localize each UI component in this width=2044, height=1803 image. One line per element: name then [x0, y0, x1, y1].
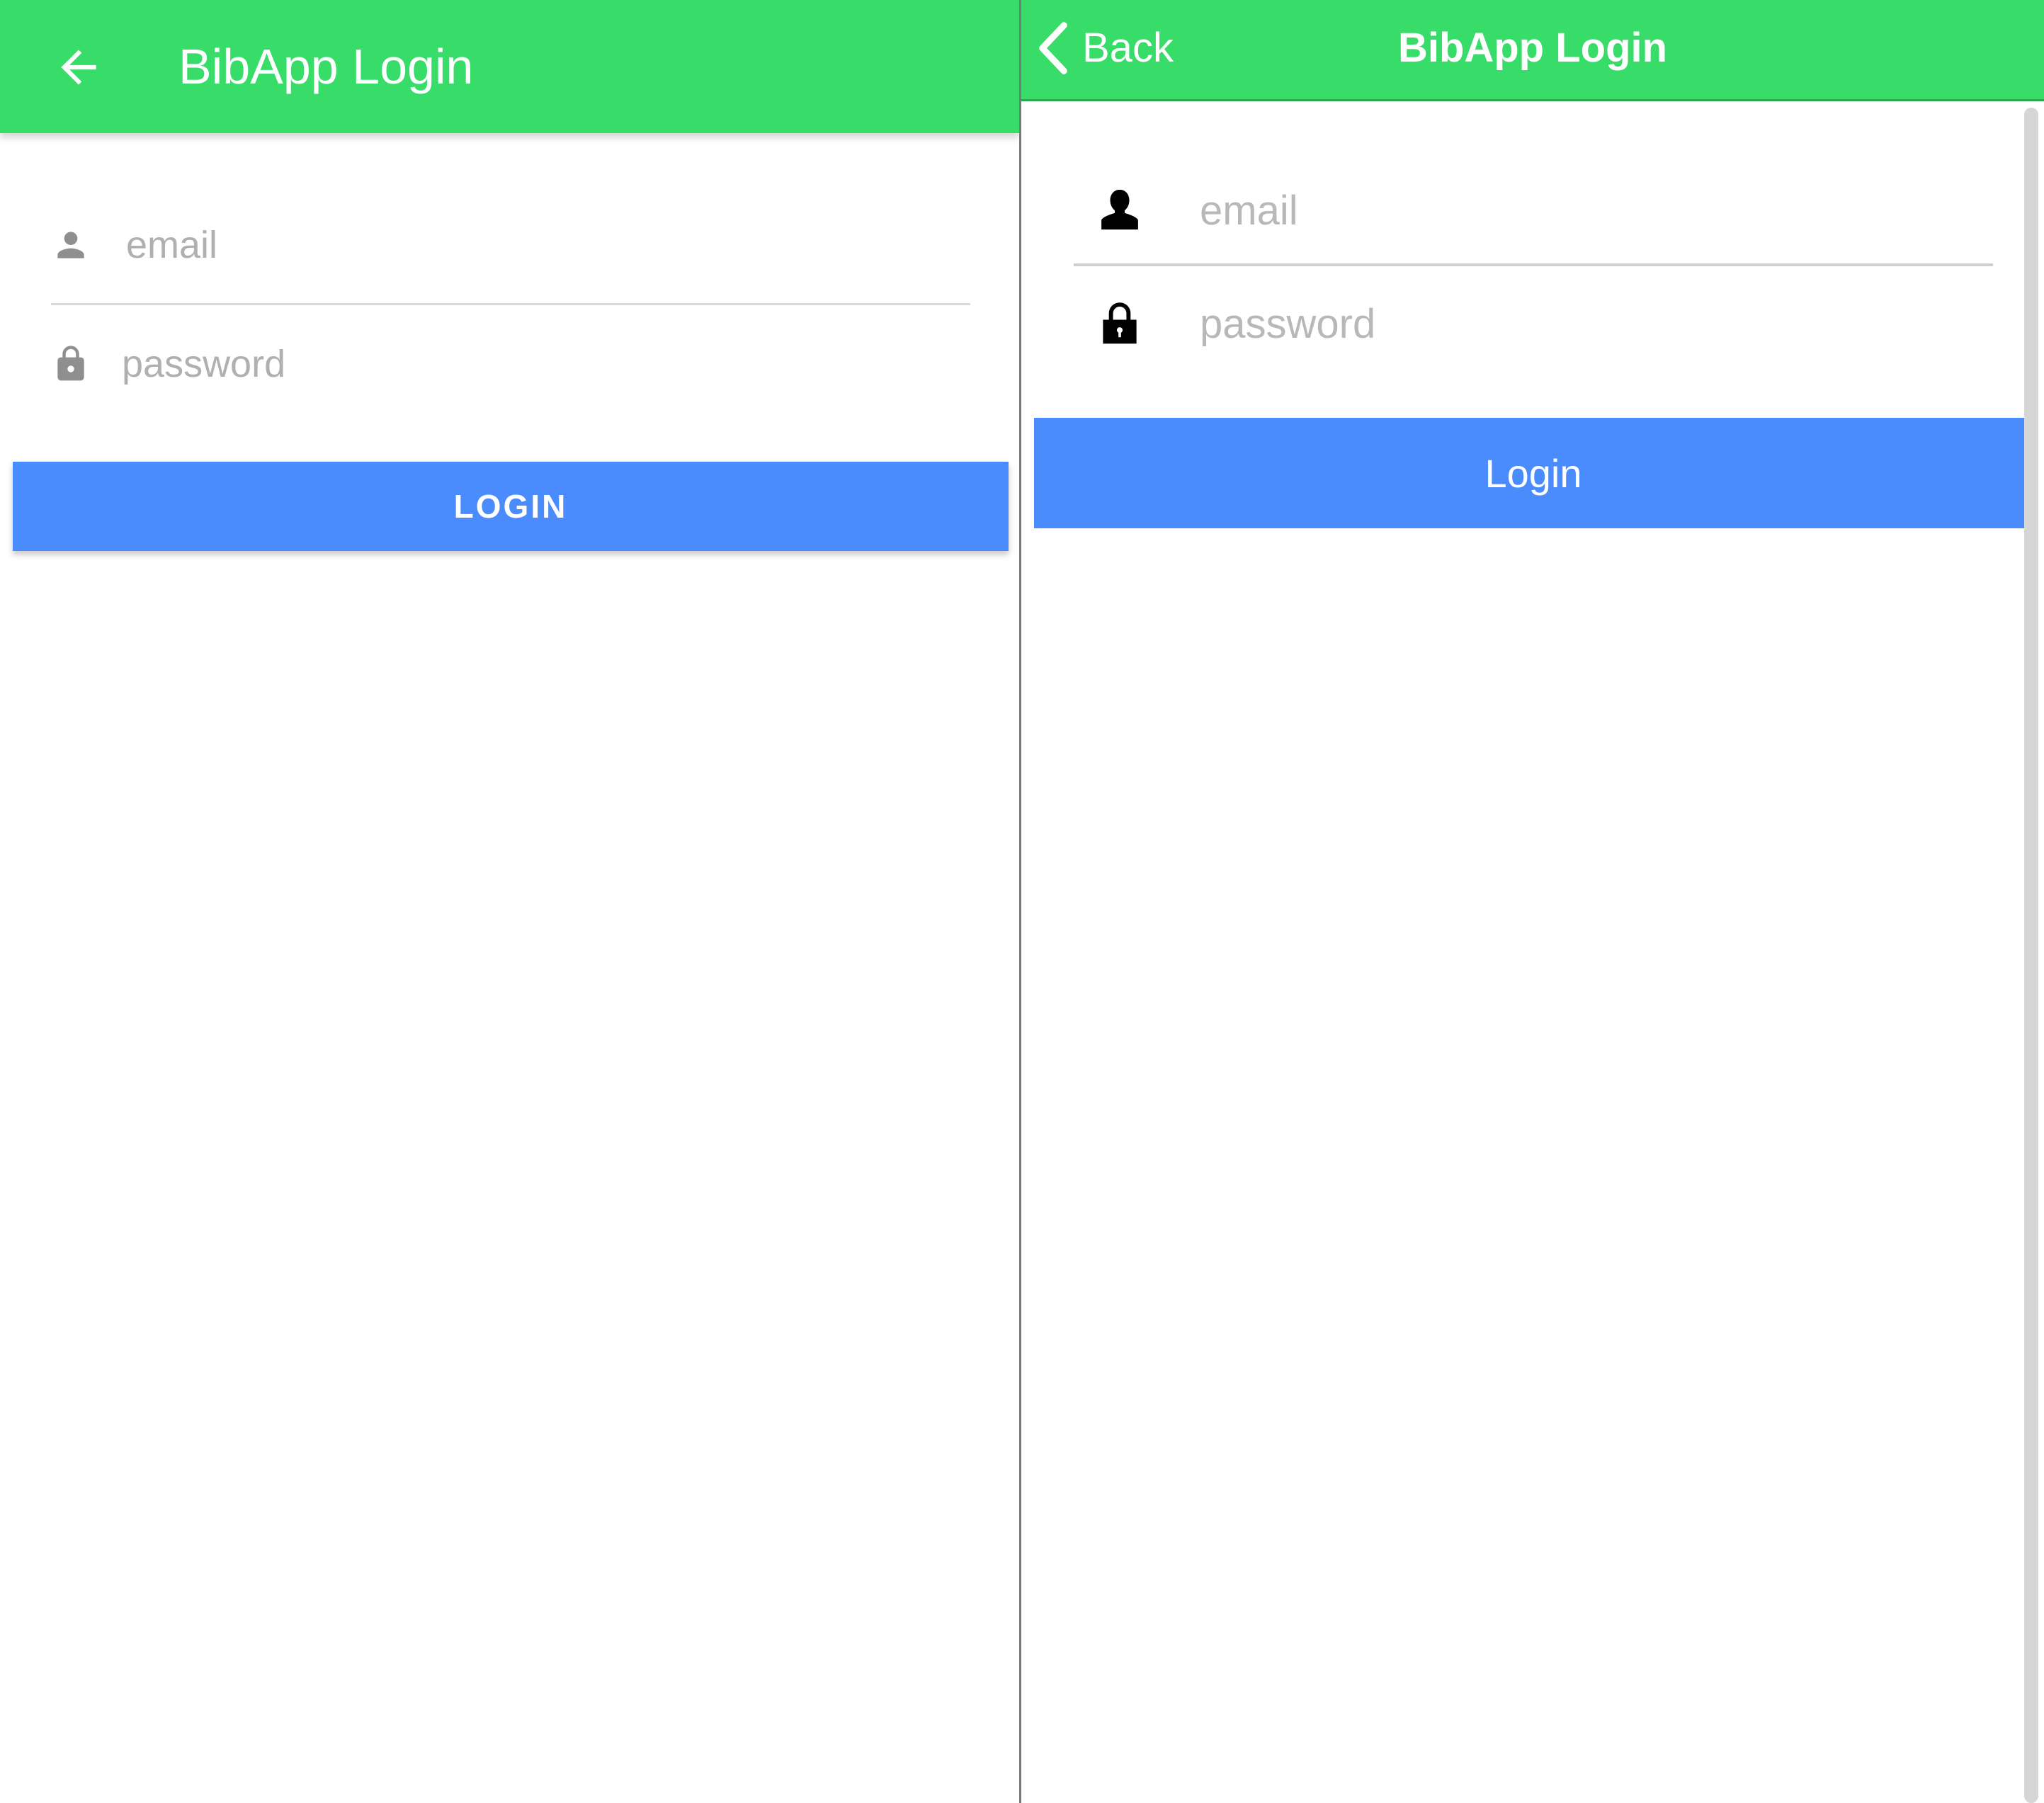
user-silhouette-icon	[1101, 189, 1138, 230]
ios-nav-bar: Back BibApp Login	[1021, 0, 2044, 101]
vertical-scrollbar[interactable]	[2024, 108, 2038, 1803]
android-app-bar: BibApp Login	[0, 0, 1019, 133]
chevron-left-icon	[1039, 22, 1067, 74]
login-button[interactable]: Login	[1034, 418, 2033, 528]
back-label: Back	[1082, 25, 1174, 71]
comparison-screenshot: BibApp Login LOGIN Back Bi	[0, 0, 2044, 1803]
email-input[interactable]	[1200, 171, 1979, 249]
ios-login-screen: Back BibApp Login Login	[1021, 0, 2044, 1803]
page-title: BibApp Login	[1397, 25, 1668, 71]
email-field-row	[1072, 164, 1992, 256]
email-input[interactable]	[126, 210, 962, 280]
arrow-left-icon[interactable]	[52, 41, 105, 93]
lock-icon	[57, 346, 84, 381]
person-icon	[57, 232, 84, 258]
password-input[interactable]	[1200, 285, 1979, 363]
password-input[interactable]	[122, 329, 958, 399]
email-field-underline	[1074, 263, 1993, 266]
email-field-row	[51, 205, 970, 290]
password-field-row	[51, 324, 970, 409]
login-button[interactable]: LOGIN	[13, 462, 1009, 551]
padlock-icon	[1103, 302, 1137, 344]
android-login-screen: BibApp Login LOGIN	[0, 0, 1019, 1803]
back-button[interactable]: Back	[1037, 18, 1174, 78]
password-field-row	[1072, 278, 1992, 370]
email-field-underline	[51, 303, 970, 305]
page-title: BibApp Login	[178, 39, 474, 94]
